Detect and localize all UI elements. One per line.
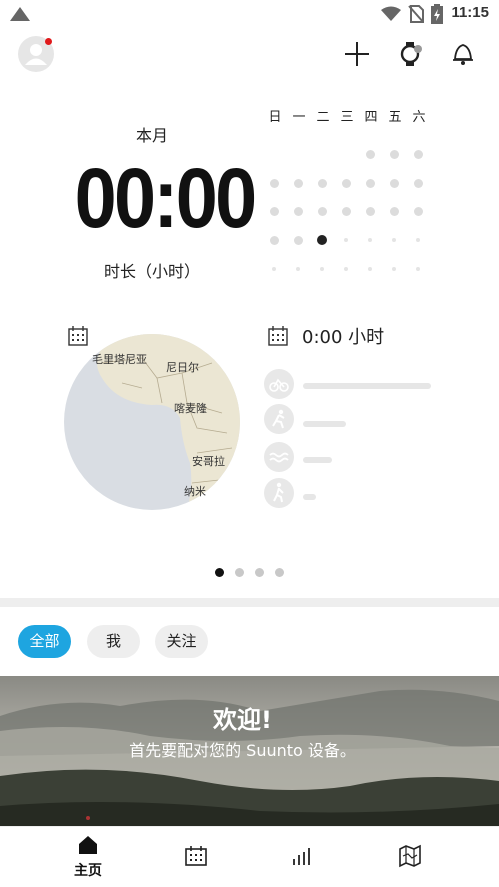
calendar-icon xyxy=(268,326,288,346)
period-label: 本月 xyxy=(135,126,168,145)
battery-icon xyxy=(431,4,443,24)
calendar-day[interactable] xyxy=(416,267,420,271)
calendar-day[interactable] xyxy=(293,206,303,216)
status-time: 11:15 xyxy=(451,4,489,21)
weekday-wed: 三 xyxy=(340,110,354,125)
nav-stats-icon[interactable] xyxy=(291,845,313,867)
calendar-day[interactable] xyxy=(317,178,327,188)
calendar-day[interactable] xyxy=(389,178,399,188)
banner-subtitle: 首先要配对您的 Suunto 设备。 xyxy=(129,741,356,760)
calendar-day[interactable] xyxy=(392,267,396,271)
calendar-day[interactable] xyxy=(368,238,372,242)
signal-triangle-icon xyxy=(10,7,30,21)
hiking-icon xyxy=(264,478,294,508)
pager-dot-2[interactable] xyxy=(235,568,244,577)
calendar-day[interactable] xyxy=(293,235,303,245)
hours-summary: 0:00 小时 xyxy=(302,327,385,348)
weekday-fri: 五 xyxy=(388,110,402,125)
calendar-day[interactable] xyxy=(416,238,420,242)
cycling-icon xyxy=(264,369,294,399)
calendar-day[interactable] xyxy=(344,238,348,242)
app-screen: 11:15 本月 00:00 时长（小时） 日 一 二 三 四 五 六 毛里塔尼… xyxy=(0,0,499,887)
calendar-day[interactable] xyxy=(389,206,399,216)
calendar-day[interactable] xyxy=(365,149,375,159)
watch-icon[interactable] xyxy=(398,40,424,68)
calendar-day[interactable] xyxy=(413,149,423,159)
calendar-day[interactable] xyxy=(272,267,276,271)
weekday-tue: 二 xyxy=(316,110,330,125)
banner-title: 欢迎! xyxy=(213,706,272,734)
swimming-icon xyxy=(264,442,294,472)
calendar-day[interactable] xyxy=(344,267,348,271)
calendar-day[interactable] xyxy=(368,267,372,271)
running-icon xyxy=(264,404,294,434)
weekday-sun: 日 xyxy=(268,110,282,125)
filter-all-chip[interactable]: 全部 xyxy=(18,625,71,658)
nav-map-icon[interactable] xyxy=(398,844,422,868)
nav-home-label: 主页 xyxy=(74,863,102,879)
map-label-niger: 尼日尔 xyxy=(166,361,199,374)
section-divider xyxy=(0,598,499,607)
pager-dot-3[interactable] xyxy=(255,568,264,577)
map-label-mauritania: 毛里塔尼亚 xyxy=(92,353,147,366)
map-label-namibia: 纳米 xyxy=(184,485,206,498)
nav-calendar-icon[interactable] xyxy=(184,845,208,867)
weekday-sat: 六 xyxy=(412,110,426,125)
calendar-day[interactable] xyxy=(413,178,423,188)
calendar-day[interactable] xyxy=(317,206,327,216)
wifi-icon xyxy=(381,6,401,21)
weekday-mon: 一 xyxy=(292,110,306,125)
status-bar: 11:15 xyxy=(0,0,499,28)
calendar-day-today[interactable] xyxy=(317,235,327,245)
calendar-day[interactable] xyxy=(341,178,351,188)
calendar-day[interactable] xyxy=(293,178,303,188)
filter-me-chip[interactable]: 我 xyxy=(87,625,140,658)
calendar-day[interactable] xyxy=(269,235,279,245)
notification-dot xyxy=(45,38,52,45)
no-sim-icon xyxy=(408,5,424,23)
weekday-thu: 四 xyxy=(364,110,378,125)
filter-following-chip[interactable]: 关注 xyxy=(155,625,208,658)
cycling-bar xyxy=(303,383,431,389)
calendar-day[interactable] xyxy=(320,267,324,271)
calendar-day[interactable] xyxy=(365,206,375,216)
swimming-bar xyxy=(303,457,332,463)
map-label-cameroon: 喀麦隆 xyxy=(174,401,207,415)
bell-icon[interactable] xyxy=(452,41,474,67)
calendar-day[interactable] xyxy=(413,206,423,216)
calendar-day[interactable] xyxy=(269,178,279,188)
calendar-day[interactable] xyxy=(296,267,300,271)
duration-label: 时长（小时） xyxy=(103,262,200,281)
activity-map[interactable]: 毛里塔尼亚 尼日尔 喀麦隆 安哥拉 纳米 xyxy=(62,333,242,513)
calendar-day[interactable] xyxy=(269,206,279,216)
pager-dot-4[interactable] xyxy=(275,568,284,577)
calendar-day[interactable] xyxy=(341,206,351,216)
pager-dot-1[interactable] xyxy=(215,568,224,577)
running-bar xyxy=(303,421,346,427)
map-label-angola: 安哥拉 xyxy=(192,454,225,468)
calendar-day[interactable] xyxy=(392,238,396,242)
add-icon[interactable] xyxy=(344,41,370,67)
calendar-day[interactable] xyxy=(389,149,399,159)
total-time-value: 00:00 xyxy=(74,151,258,245)
calendar-day[interactable] xyxy=(365,178,375,188)
hiking-bar xyxy=(303,494,316,500)
home-icon xyxy=(79,836,97,854)
